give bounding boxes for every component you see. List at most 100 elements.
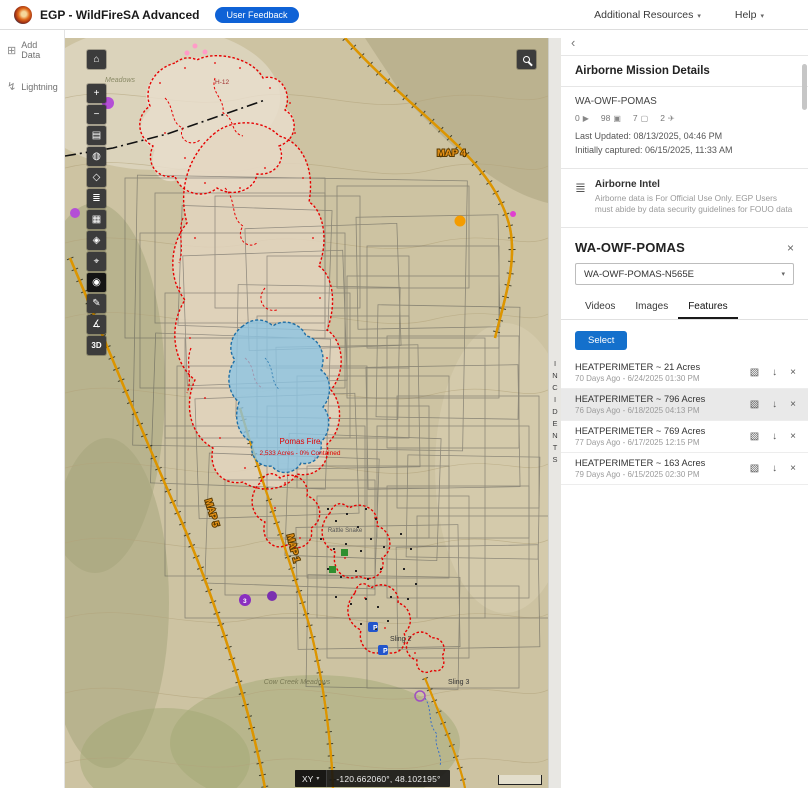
- layers-button[interactable]: ▤: [87, 126, 106, 145]
- additional-resources-menu[interactable]: Additional Resources▾: [594, 9, 701, 21]
- coordinate-mode-dropdown[interactable]: XY ▾: [295, 770, 327, 787]
- home-icon: ⌂: [93, 54, 99, 65]
- feature-subtitle: 77 Days Ago - 6/17/2025 12:15 PM: [575, 438, 705, 447]
- top-bar: EGP - WildFireSA Advanced User Feedback …: [0, 0, 808, 30]
- locate-button[interactable]: ⌖: [87, 252, 106, 271]
- zoom-to-icon[interactable]: ×: [790, 463, 796, 474]
- parking-p-label: P: [383, 648, 388, 655]
- mission-dropdown[interactable]: WA-OWF-POMAS-N565E ▾: [575, 263, 794, 285]
- photo-count: 98: [601, 113, 610, 123]
- list-icon: ≣: [575, 180, 586, 215]
- feature-subtitle: 79 Days Ago - 6/15/2025 02:30 PM: [575, 470, 705, 479]
- image-icon: ▢: [641, 114, 649, 123]
- incidents-tab-label: INCIDENTS: [551, 359, 560, 467]
- media-tabs: Videos Images Features: [561, 295, 808, 320]
- zoom-to-mission-icon[interactable]: ×: [787, 241, 794, 255]
- cow-creek-label: Cow Creek Meadows: [264, 679, 331, 686]
- area-icon[interactable]: ▧: [750, 431, 759, 442]
- egp-logo-icon: [14, 6, 32, 24]
- apps-button[interactable]: ▦: [87, 210, 106, 229]
- feature-row[interactable]: HEATPERIMETER ~ 163 Acres 79 Days Ago - …: [561, 453, 808, 485]
- aircraft-count: 2: [660, 113, 665, 123]
- bookmarks-button[interactable]: ◇: [87, 168, 106, 187]
- app-window: EGP - WildFireSA Advanced User Feedback …: [0, 0, 808, 788]
- help-menu[interactable]: Help▾: [735, 9, 764, 21]
- feature-subtitle: 70 Days Ago - 6/24/2025 01:30 PM: [575, 374, 700, 383]
- last-updated: Last Updated: 08/13/2025, 04:46 PM: [575, 130, 794, 144]
- area-icon[interactable]: ▧: [750, 367, 759, 378]
- feature-row[interactable]: HEATPERIMETER ~ 21 Acres 70 Days Ago - 6…: [561, 357, 808, 389]
- 3d-toggle-button[interactable]: 3D: [87, 336, 106, 355]
- download-icon[interactable]: ↓: [772, 399, 777, 410]
- legend-button[interactable]: ≣: [87, 189, 106, 208]
- sidebar-item-lightning[interactable]: ↯ Lightning: [0, 70, 64, 103]
- user-feedback-button[interactable]: User Feedback: [215, 7, 298, 23]
- home-button[interactable]: ⌂: [87, 50, 106, 69]
- incidents-collapsed-tab[interactable]: INCIDENTS: [548, 38, 561, 788]
- fire-name-label: Pomas Fire: [280, 437, 321, 446]
- mission-summary: WA-OWF-POMAS 0▶ 98▣ 7▢ 2✈ Last Updated: …: [561, 87, 808, 169]
- panel-header-row: ‹: [561, 30, 808, 56]
- chevron-down-icon: ▾: [760, 13, 764, 20]
- feature-title: HEATPERIMETER ~ 163 Acres: [575, 458, 705, 468]
- camera-icon: ▣: [613, 114, 621, 123]
- basemap-icon: ◍: [92, 151, 101, 162]
- compass-icon: ◉: [92, 277, 101, 288]
- video-icon: ▶: [583, 114, 589, 123]
- airborne-panel: ‹ Airborne Mission Details WA-OWF-POMAS …: [561, 30, 808, 788]
- download-icon[interactable]: ↓: [772, 463, 777, 474]
- map-search-button[interactable]: [517, 50, 536, 69]
- map-canvas[interactable]: MAP 4 MAP 5 MAP 1 Pomas Fire 2,533 Acres…: [65, 38, 548, 788]
- feature-title: HEATPERIMETER ~ 21 Acres: [575, 362, 700, 372]
- 3d-label: 3D: [91, 341, 101, 350]
- zoom-to-icon[interactable]: ×: [790, 367, 796, 378]
- collapse-panel-button[interactable]: ‹: [571, 36, 575, 49]
- feature-list: HEATPERIMETER ~ 21 Acres 70 Days Ago - 6…: [561, 357, 808, 485]
- select-button[interactable]: Select: [575, 331, 627, 350]
- download-icon[interactable]: ↓: [772, 367, 777, 378]
- sidebar-item-label: Lightning: [21, 82, 58, 92]
- coordinate-value: -120.662060°, 48.102195°: [327, 774, 449, 784]
- draw-button[interactable]: ✎: [87, 294, 106, 313]
- h12-label: H-12: [215, 79, 229, 86]
- chevron-down-icon: ▾: [697, 13, 701, 20]
- area-icon[interactable]: ▧: [750, 463, 759, 474]
- tag-icon: ◈: [93, 235, 101, 246]
- download-icon[interactable]: ↓: [772, 431, 777, 442]
- coordinate-bar: XY ▾ -120.662060°, 48.102195°: [295, 770, 450, 787]
- coordinate-mode-label: XY: [302, 774, 313, 784]
- zoom-in-button[interactable]: +: [87, 84, 106, 103]
- plus-icon: +: [94, 88, 100, 99]
- zoom-to-icon[interactable]: ×: [790, 399, 796, 410]
- draw-icon: ✎: [92, 298, 100, 309]
- app-title: EGP - WildFireSA Advanced: [40, 8, 199, 22]
- rattle-snake-label: Rattle Snake: [328, 528, 363, 534]
- grid-icon: ▦: [92, 214, 101, 225]
- tab-features[interactable]: Features: [678, 295, 737, 319]
- zoom-out-button[interactable]: −: [87, 105, 106, 124]
- tags-button[interactable]: ◈: [87, 231, 106, 250]
- mission-counts: 0▶ 98▣ 7▢ 2✈: [575, 113, 794, 123]
- tab-videos[interactable]: Videos: [575, 295, 625, 319]
- feature-row[interactable]: HEATPERIMETER ~ 769 Acres 77 Days Ago - …: [561, 421, 808, 453]
- meadows-label: Meadows: [105, 77, 135, 84]
- sidebar-item-add-data[interactable]: ⊞ Add Data: [0, 30, 64, 70]
- zoom-to-icon[interactable]: ×: [790, 431, 796, 442]
- feature-title: HEATPERIMETER ~ 796 Acres: [575, 394, 705, 404]
- panel-scrollbar[interactable]: [802, 64, 807, 110]
- feature-row[interactable]: HEATPERIMETER ~ 796 Acres 76 Days Ago - …: [561, 389, 808, 421]
- measure-button[interactable]: ∡: [87, 315, 106, 334]
- measure-icon: ∡: [92, 319, 101, 330]
- map4-label: MAP 4: [437, 148, 467, 159]
- basemap-button[interactable]: ◍: [87, 147, 106, 166]
- compass-button[interactable]: ◉: [87, 273, 106, 292]
- feature-title: HEATPERIMETER ~ 769 Acres: [575, 426, 705, 436]
- intel-note-text: Airborne data is For Official Use Only. …: [595, 193, 793, 215]
- area-icon[interactable]: ▧: [750, 399, 759, 410]
- left-sidebar: ⊞ Add Data ↯ Lightning: [0, 30, 65, 788]
- map-toolbar: + − ▤ ◍ ◇ ≣ ▦ ◈ ⌖ ◉ ✎ ∡ 3D: [87, 84, 106, 355]
- initially-captured: Initially captured: 06/15/2025, 11:33 AM: [575, 144, 794, 158]
- tab-images[interactable]: Images: [625, 295, 678, 319]
- mission-dropdown-value: WA-OWF-POMAS-N565E: [584, 269, 694, 280]
- image-count: 7: [633, 113, 638, 123]
